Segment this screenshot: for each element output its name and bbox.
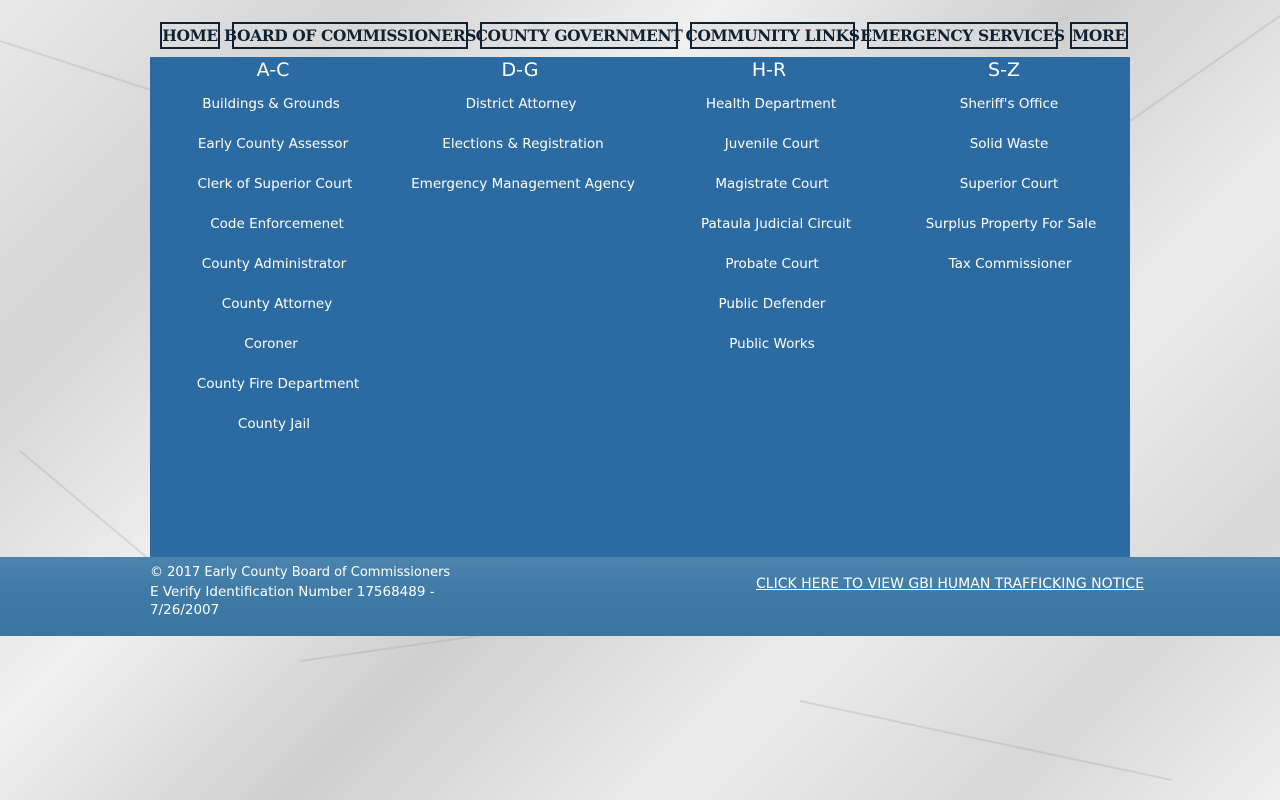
link-clerk-superior-court[interactable]: Clerk of Superior Court [198,176,353,192]
nav-community-links-button[interactable]: COMMUNITY LINKS [685,22,860,49]
link-sheriffs-office[interactable]: Sheriff's Office [960,96,1058,112]
link-buildings-grounds[interactable]: Buildings & Grounds [202,96,340,112]
column-heading-h-r: H-R [751,59,787,81]
column-heading-s-z: S-Z [988,59,1020,81]
link-code-enforcement[interactable]: Code Enforcemenet [210,216,344,232]
marble-vein [19,450,159,568]
link-county-attorney[interactable]: County Attorney [222,296,332,312]
link-probate-court[interactable]: Probate Court [725,256,818,272]
nav-board-button[interactable]: BOARD OF COMMISSIONERS [224,22,476,49]
nav-county-government-button[interactable]: COUNTY GOVERNMENT [476,22,683,49]
link-health-department[interactable]: Health Department [706,96,836,112]
link-tax-commissioner[interactable]: Tax Commissioner [949,256,1072,272]
link-public-works[interactable]: Public Works [729,336,814,352]
link-surplus-property[interactable]: Surplus Property For Sale [926,216,1097,232]
link-magistrate-court[interactable]: Magistrate Court [715,176,828,192]
marble-vein [799,700,1172,781]
nav-more-button[interactable]: MORE [1070,22,1128,49]
everify-text: E Verify Identification Number 17568489 … [150,584,435,618]
department-directory-panel: A-C Buildings & Grounds Early County Ass… [150,57,1130,557]
link-district-attorney[interactable]: District Attorney [466,96,577,112]
link-emergency-management-agency[interactable]: Emergency Management Agency [411,176,635,192]
column-heading-d-g: D-G [501,59,539,81]
link-coroner[interactable]: Coroner [244,336,298,352]
link-elections-registration[interactable]: Elections & Registration [442,136,603,152]
gbi-trafficking-notice-link[interactable]: CLICK HERE TO VIEW GBI HUMAN TRAFFICKING… [756,576,1144,592]
link-solid-waste[interactable]: Solid Waste [970,136,1049,152]
link-public-defender[interactable]: Public Defender [719,296,826,312]
link-superior-court[interactable]: Superior Court [960,176,1059,192]
link-county-jail[interactable]: County Jail [238,416,310,432]
nav-emergency-services-button[interactable]: EMERGENCY SERVICES [860,22,1065,49]
link-county-fire-department[interactable]: County Fire Department [197,376,359,392]
link-county-assessor[interactable]: Early County Assessor [198,136,348,152]
link-juvenile-court[interactable]: Juvenile Court [725,136,820,152]
column-heading-a-c: A-C [256,59,290,81]
copyright-text: © 2017 Early County Board of Commissione… [150,565,451,580]
nav-home-button[interactable]: HOME [160,22,220,49]
main-navigation: HOME BOARD OF COMMISSIONERS COUNTY GOVER… [0,22,1280,50]
link-county-administrator[interactable]: County Administrator [202,256,346,272]
link-pataula-judicial-circuit[interactable]: Pataula Judicial Circuit [701,216,851,232]
page-footer: © 2017 Early County Board of Commissione… [0,557,1280,636]
